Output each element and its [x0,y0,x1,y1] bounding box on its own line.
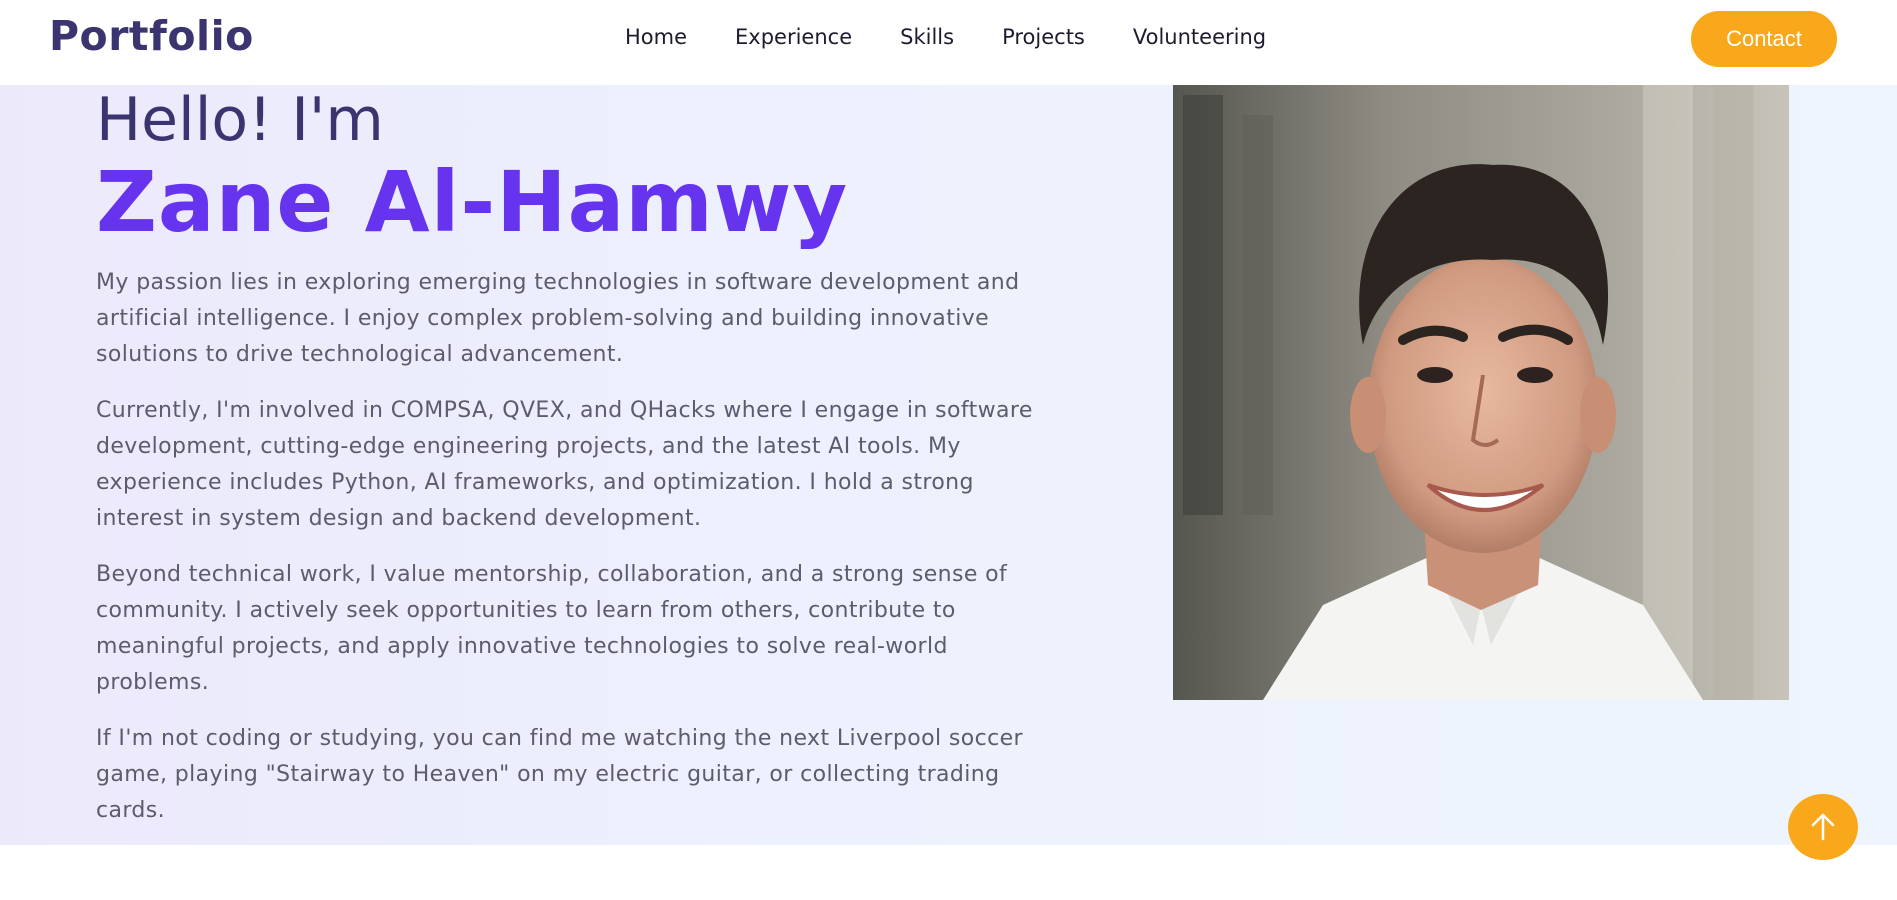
nav-home[interactable]: Home [625,24,687,50]
bio-paragraph: My passion lies in exploring emerging te… [96,270,1020,367]
scroll-to-top-button[interactable] [1788,794,1858,860]
contact-button[interactable]: Contact [1691,11,1837,67]
hero-section: Hello! I'm Zane Al-Hamwy My passion lies… [0,85,1897,845]
nav-volunteering[interactable]: Volunteering [1133,24,1266,50]
hero-name: Zane Al-Hamwy [96,153,849,251]
bio-paragraph: If I'm not coding or studying, you can f… [96,726,1023,823]
site-header: Portfolio Home Experience Skills Project… [0,0,1897,85]
nav-skills[interactable]: Skills [900,24,954,50]
bio-paragraph: Beyond technical work, I value mentorshi… [96,562,1008,695]
profile-photo [1173,85,1789,700]
nav-projects[interactable]: Projects [1002,24,1085,50]
profile-photo-illustration [1173,85,1789,700]
logo[interactable]: Portfolio [49,12,254,60]
bio-paragraph: Currently, I'm involved in COMPSA, QVEX,… [96,398,1033,531]
nav-experience[interactable]: Experience [735,24,852,50]
greeting: Hello! I'm [96,85,384,155]
main-nav: Home Experience Skills Projects Voluntee… [625,24,1314,50]
arrow-up-icon [1811,813,1835,841]
bio: My passion lies in exploring emerging te… [96,265,1046,849]
